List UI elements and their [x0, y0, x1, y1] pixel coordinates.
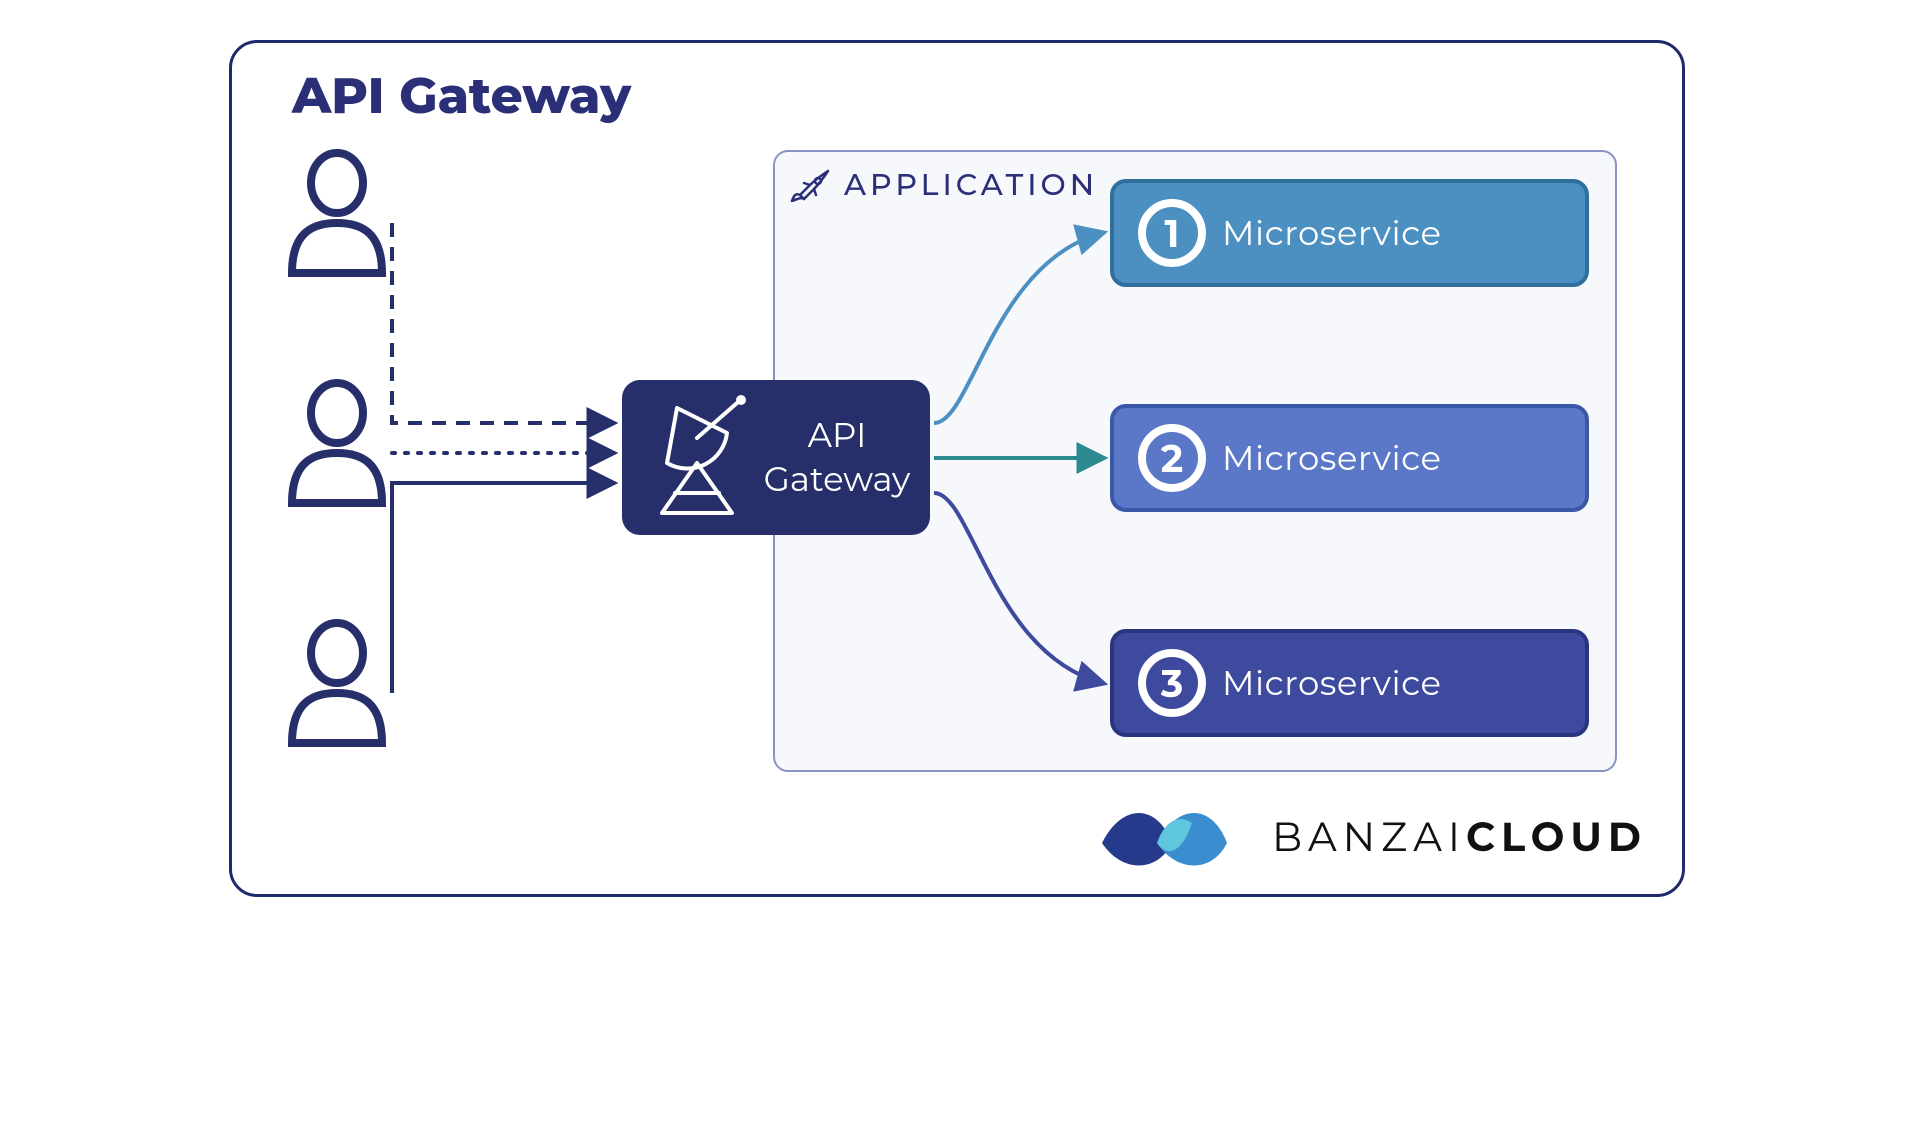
- brand-text: BANZAICLOUD: [1272, 813, 1647, 862]
- user-icon-2: [292, 383, 382, 503]
- microservice-1: 1 Microservice: [1112, 181, 1587, 285]
- gateway-label-line1: API: [808, 414, 867, 456]
- microservice-2: 2 Microservice: [1112, 406, 1587, 510]
- arrow-user1-gateway: [392, 223, 612, 423]
- ms2-number: 2: [1161, 435, 1183, 482]
- gateway-label-line2: Gateway: [764, 458, 911, 500]
- ms3-label: Microservice: [1222, 662, 1442, 704]
- application-label: APPLICATION: [843, 166, 1098, 203]
- microservice-3: 3 Microservice: [1112, 631, 1587, 735]
- ms1-label: Microservice: [1222, 212, 1442, 254]
- diagram-title: API Gateway: [291, 65, 632, 126]
- ms2-label: Microservice: [1222, 437, 1442, 479]
- user-icon-1: [292, 153, 382, 273]
- brand-logo-icon: [1102, 813, 1227, 866]
- diagram-frame: API Gateway APPLICATION: [229, 40, 1685, 897]
- ms3-number: 3: [1160, 660, 1184, 707]
- user-icon-3: [292, 623, 382, 743]
- diagram-svg: API Gateway APPLICATION: [232, 43, 1688, 900]
- arrow-user3-gateway: [392, 483, 612, 693]
- ms1-number: 1: [1165, 210, 1180, 257]
